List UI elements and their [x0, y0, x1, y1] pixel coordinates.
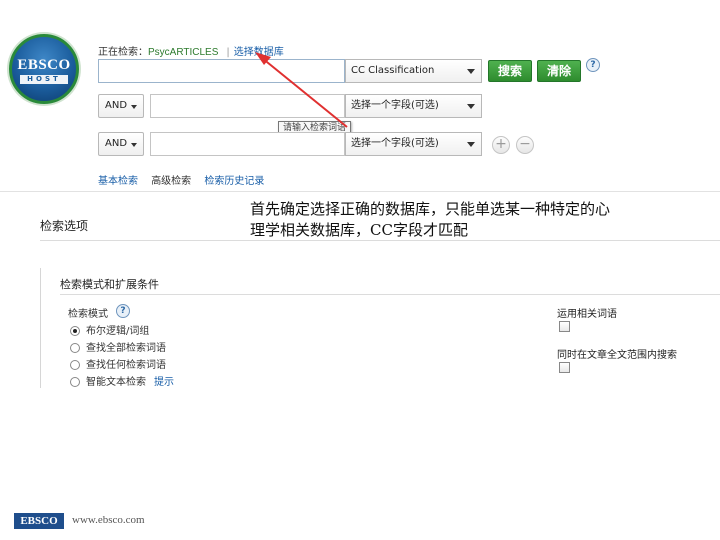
footer-url[interactable]: www.ebsco.com	[72, 514, 145, 526]
annotation-arrow-icon	[255, 52, 348, 128]
footer-logo: EBSCO	[14, 513, 64, 529]
